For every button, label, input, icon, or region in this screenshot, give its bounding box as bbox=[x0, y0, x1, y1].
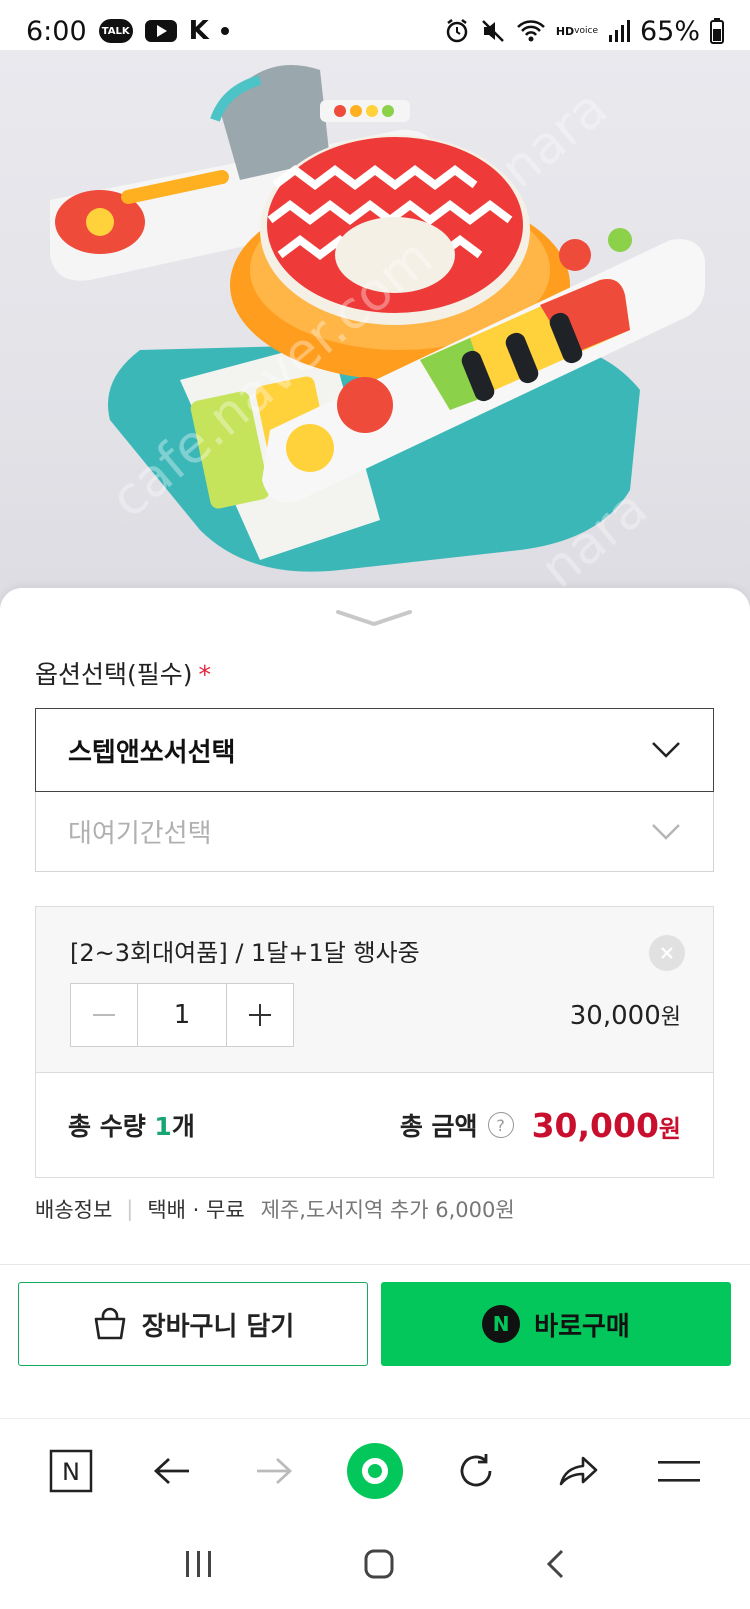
green-dot-button[interactable] bbox=[345, 1441, 405, 1501]
home-button[interactable] bbox=[363, 1548, 395, 1584]
total-amount-label: 총 금액 bbox=[399, 1112, 478, 1141]
notification-dot-icon bbox=[220, 27, 229, 35]
option-title: 옵션선택(필수) * bbox=[35, 660, 212, 689]
browser-toolbar: N bbox=[0, 1418, 750, 1522]
share-icon bbox=[559, 1456, 598, 1485]
rental-period-select[interactable]: 대여기간선택 bbox=[35, 792, 714, 872]
close-icon bbox=[661, 947, 673, 959]
increase-quantity-button[interactable] bbox=[227, 984, 293, 1046]
system-back-button[interactable] bbox=[544, 1548, 566, 1584]
chevron-down-icon bbox=[652, 823, 680, 840]
green-dot-icon bbox=[346, 1442, 403, 1499]
arrow-right-icon bbox=[256, 1457, 292, 1484]
k-app-icon: K bbox=[188, 16, 209, 46]
step-saucer-illustration: cafe.naver.com nara nara bbox=[50, 65, 705, 600]
minus-icon bbox=[93, 1014, 115, 1016]
required-mark: * bbox=[198, 660, 212, 689]
chevron-left-icon bbox=[546, 1549, 563, 1578]
share-button[interactable] bbox=[548, 1441, 608, 1501]
battery-icon bbox=[710, 18, 724, 44]
rental-period-select-label: 대여기간선택 bbox=[68, 819, 212, 849]
step-saucer-select-label: 스텝앤쏘서선택 bbox=[68, 737, 236, 768]
system-navigation-bar bbox=[0, 1522, 750, 1609]
selected-option-box: [2~3회대여품] / 1달+1달 행사중 1 30,000원 총 수량 1개 … bbox=[35, 906, 714, 1178]
divider: | bbox=[126, 1197, 134, 1221]
wifi-icon bbox=[516, 19, 546, 43]
naver-home-button[interactable]: N bbox=[41, 1441, 101, 1501]
menu-button[interactable] bbox=[649, 1441, 709, 1501]
alarm-icon bbox=[444, 18, 470, 44]
delivery-info: 배송정보 | 택배 · 무료 제주,도서지역 추가 6,000원 bbox=[35, 1194, 515, 1224]
youtube-icon bbox=[144, 20, 177, 42]
naver-pay-icon: N bbox=[482, 1305, 521, 1343]
remove-item-button[interactable] bbox=[649, 935, 685, 971]
buy-now-label: 바로구매 bbox=[534, 1311, 630, 1342]
refresh-button[interactable] bbox=[446, 1441, 506, 1501]
selected-item-name: [2~3회대여품] / 1달+1달 행사중 bbox=[70, 939, 420, 967]
battery-percent: 65% bbox=[639, 15, 700, 47]
mute-icon bbox=[480, 18, 506, 44]
product-image[interactable]: cafe.naver.com nara nara bbox=[0, 50, 750, 610]
selected-item: [2~3회대여품] / 1달+1달 행사중 1 30,000원 bbox=[36, 907, 713, 1073]
kakaotalk-icon: TALK bbox=[98, 19, 133, 43]
help-icon[interactable]: ? bbox=[487, 1112, 514, 1138]
sheet-collapse-handle-icon[interactable] bbox=[334, 606, 414, 630]
shopping-bag-icon bbox=[94, 1307, 126, 1340]
selected-item-price: 30,000원 bbox=[569, 1001, 681, 1031]
chevron-down-icon bbox=[652, 742, 680, 758]
arrow-left-icon bbox=[154, 1457, 190, 1484]
delivery-method: 택배 · 무료 bbox=[147, 1198, 245, 1222]
hamburger-menu-icon bbox=[658, 1460, 701, 1482]
option-sheet: 옵션선택(필수) * 스텝앤쏘서선택 대여기간선택 [2~3회대여품] / 1달+… bbox=[0, 588, 750, 1420]
delivery-label: 배송정보 bbox=[35, 1198, 113, 1222]
signal-icon bbox=[608, 19, 630, 43]
step-saucer-select[interactable]: 스텝앤쏘서선택 bbox=[35, 708, 714, 792]
status-time: 6:00 bbox=[26, 15, 87, 47]
total-quantity: 총 수량 1개 bbox=[68, 1112, 195, 1141]
add-to-cart-label: 장바구니 담기 bbox=[141, 1311, 295, 1342]
svg-text:N: N bbox=[62, 1458, 80, 1486]
buy-now-button[interactable]: N 바로구매 bbox=[381, 1282, 731, 1366]
total-row: 총 수량 1개 총 금액 ? 30,000원 bbox=[36, 1073, 713, 1177]
total-amount: 30,000원 bbox=[531, 1105, 681, 1145]
decrease-quantity-button[interactable] bbox=[71, 984, 137, 1046]
naver-home-icon: N bbox=[49, 1449, 92, 1492]
hd-voice-icon: HD voice bbox=[555, 24, 598, 38]
back-button[interactable] bbox=[142, 1441, 202, 1501]
refresh-icon bbox=[461, 1453, 492, 1486]
plus-icon bbox=[249, 1004, 271, 1026]
quantity-stepper: 1 bbox=[70, 983, 294, 1047]
section-divider bbox=[0, 1264, 750, 1265]
forward-button[interactable] bbox=[244, 1441, 304, 1501]
add-to-cart-button[interactable]: 장바구니 담기 bbox=[18, 1282, 368, 1366]
recent-apps-button[interactable] bbox=[184, 1549, 214, 1583]
recent-apps-icon bbox=[186, 1550, 212, 1577]
quantity-value[interactable]: 1 bbox=[137, 984, 227, 1046]
home-icon bbox=[364, 1549, 394, 1578]
delivery-extra-fee: 제주,도서지역 추가 6,000원 bbox=[260, 1198, 515, 1222]
